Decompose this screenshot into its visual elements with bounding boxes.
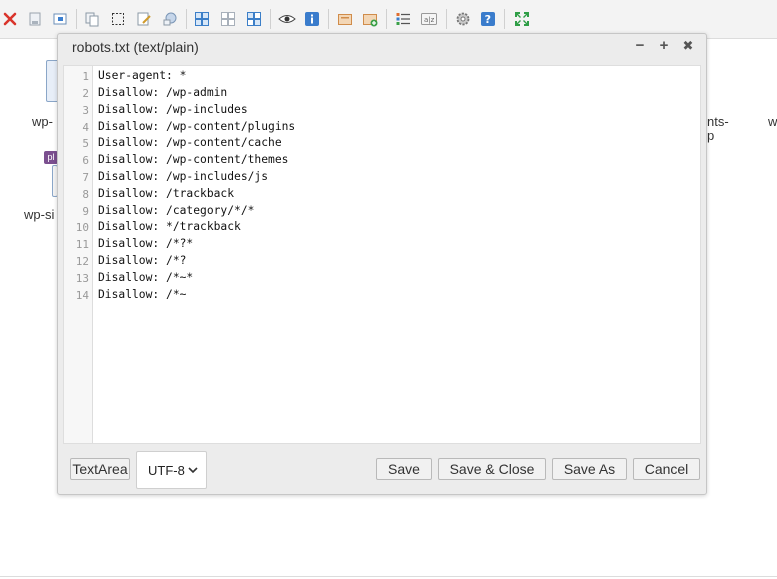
cancel-button[interactable]: Cancel [633, 458, 700, 480]
chevron-down-icon [188, 463, 198, 477]
details-icon[interactable] [393, 9, 413, 29]
file-label[interactable]: w [768, 114, 777, 129]
view-grid-icon[interactable] [218, 9, 238, 29]
file-label[interactable]: nts- [707, 114, 729, 129]
encoding-select[interactable]: UTF-8 [136, 451, 207, 489]
code-line[interactable]: Disallow: /*~ [98, 288, 186, 301]
view-large-icon[interactable] [192, 9, 212, 29]
code-line[interactable]: Disallow: /wp-content/plugins [98, 120, 295, 133]
close-icon[interactable]: ✖ [680, 38, 696, 54]
toolbar-separator [386, 9, 387, 29]
code-line[interactable]: Disallow: /trackback [98, 187, 234, 200]
edit-icon[interactable] [134, 9, 154, 29]
code-line[interactable]: Disallow: /wp-includes [98, 103, 248, 116]
code-line[interactable]: Disallow: /wp-includes/js [98, 170, 268, 183]
code-line[interactable]: User-agent: * [98, 69, 186, 82]
minimize-icon[interactable]: − [632, 38, 648, 54]
line-number: 4 [82, 121, 89, 134]
toolbar-separator [504, 9, 505, 29]
line-number-gutter: 1 2 3 4 5 6 7 8 9 10 11 12 13 14 [64, 66, 93, 443]
folder-add-icon[interactable] [360, 9, 380, 29]
code-line[interactable]: Disallow: */trackback [98, 220, 241, 233]
info-icon[interactable] [302, 9, 322, 29]
eye-icon[interactable] [277, 9, 297, 29]
line-number: 2 [82, 87, 89, 100]
fullscreen-icon[interactable] [512, 9, 532, 29]
line-number: 5 [82, 137, 89, 150]
toolbar-separator [446, 9, 447, 29]
dialog-title: robots.txt (text/plain) [72, 39, 199, 55]
code-line[interactable]: Disallow: /*?* [98, 237, 193, 250]
line-number: 10 [75, 221, 89, 234]
select-icon[interactable] [108, 9, 128, 29]
gear-icon[interactable] [453, 9, 473, 29]
file-type-badge: pl [44, 151, 58, 164]
code-line[interactable]: Disallow: /category/*/* [98, 204, 254, 217]
encoding-value: UTF-8 [148, 462, 185, 478]
save-close-button[interactable]: Save & Close [438, 458, 546, 480]
line-number: 6 [82, 154, 89, 167]
toolbar-separator [76, 9, 77, 29]
svg-text:?: ? [485, 13, 491, 26]
line-number: 7 [82, 171, 89, 184]
copy-icon[interactable] [82, 9, 102, 29]
toolbar-separator [186, 9, 187, 29]
line-number: 14 [75, 289, 89, 302]
textarea-toggle-button[interactable]: TextArea [70, 458, 130, 480]
code-line[interactable]: Disallow: /*? [98, 254, 186, 267]
file-label[interactable]: wp-si [24, 207, 54, 222]
dialog-titlebar[interactable]: robots.txt (text/plain) − + ✖ [58, 34, 706, 60]
line-number: 9 [82, 205, 89, 218]
code-line[interactable]: Disallow: /*~* [98, 271, 193, 284]
file-label[interactable]: p [707, 128, 714, 143]
code-line[interactable]: Disallow: /wp-admin [98, 86, 227, 99]
line-number: 3 [82, 104, 89, 117]
save-button[interactable]: Save [376, 458, 432, 480]
line-number: 13 [75, 272, 89, 285]
sort-icon[interactable]: a|z [419, 9, 439, 29]
share-icon[interactable] [160, 9, 180, 29]
code-line[interactable]: Disallow: /wp-content/themes [98, 153, 288, 166]
close-icon[interactable] [0, 9, 20, 29]
file-label[interactable]: wp- [32, 114, 53, 129]
delete-icon[interactable] [25, 9, 45, 29]
code-line[interactable]: Disallow: /wp-content/cache [98, 136, 282, 149]
save-as-button[interactable]: Save As [552, 458, 627, 480]
editor-dialog: robots.txt (text/plain) − + ✖ 1 2 3 4 5 … [57, 33, 707, 495]
help-icon[interactable]: ? [478, 9, 498, 29]
line-number: 8 [82, 188, 89, 201]
code-editor[interactable]: 1 2 3 4 5 6 7 8 9 10 11 12 13 14 User-ag… [63, 65, 701, 444]
svg-text:a|z: a|z [424, 16, 435, 24]
line-number: 11 [75, 238, 89, 251]
preview-icon[interactable] [50, 9, 70, 29]
toolbar-separator [328, 9, 329, 29]
maximize-icon[interactable]: + [656, 38, 672, 54]
folder-icon[interactable] [335, 9, 355, 29]
line-number: 1 [82, 70, 89, 83]
line-number: 12 [75, 255, 89, 268]
view-list-icon[interactable] [244, 9, 264, 29]
toolbar-separator [270, 9, 271, 29]
divider [0, 576, 777, 577]
